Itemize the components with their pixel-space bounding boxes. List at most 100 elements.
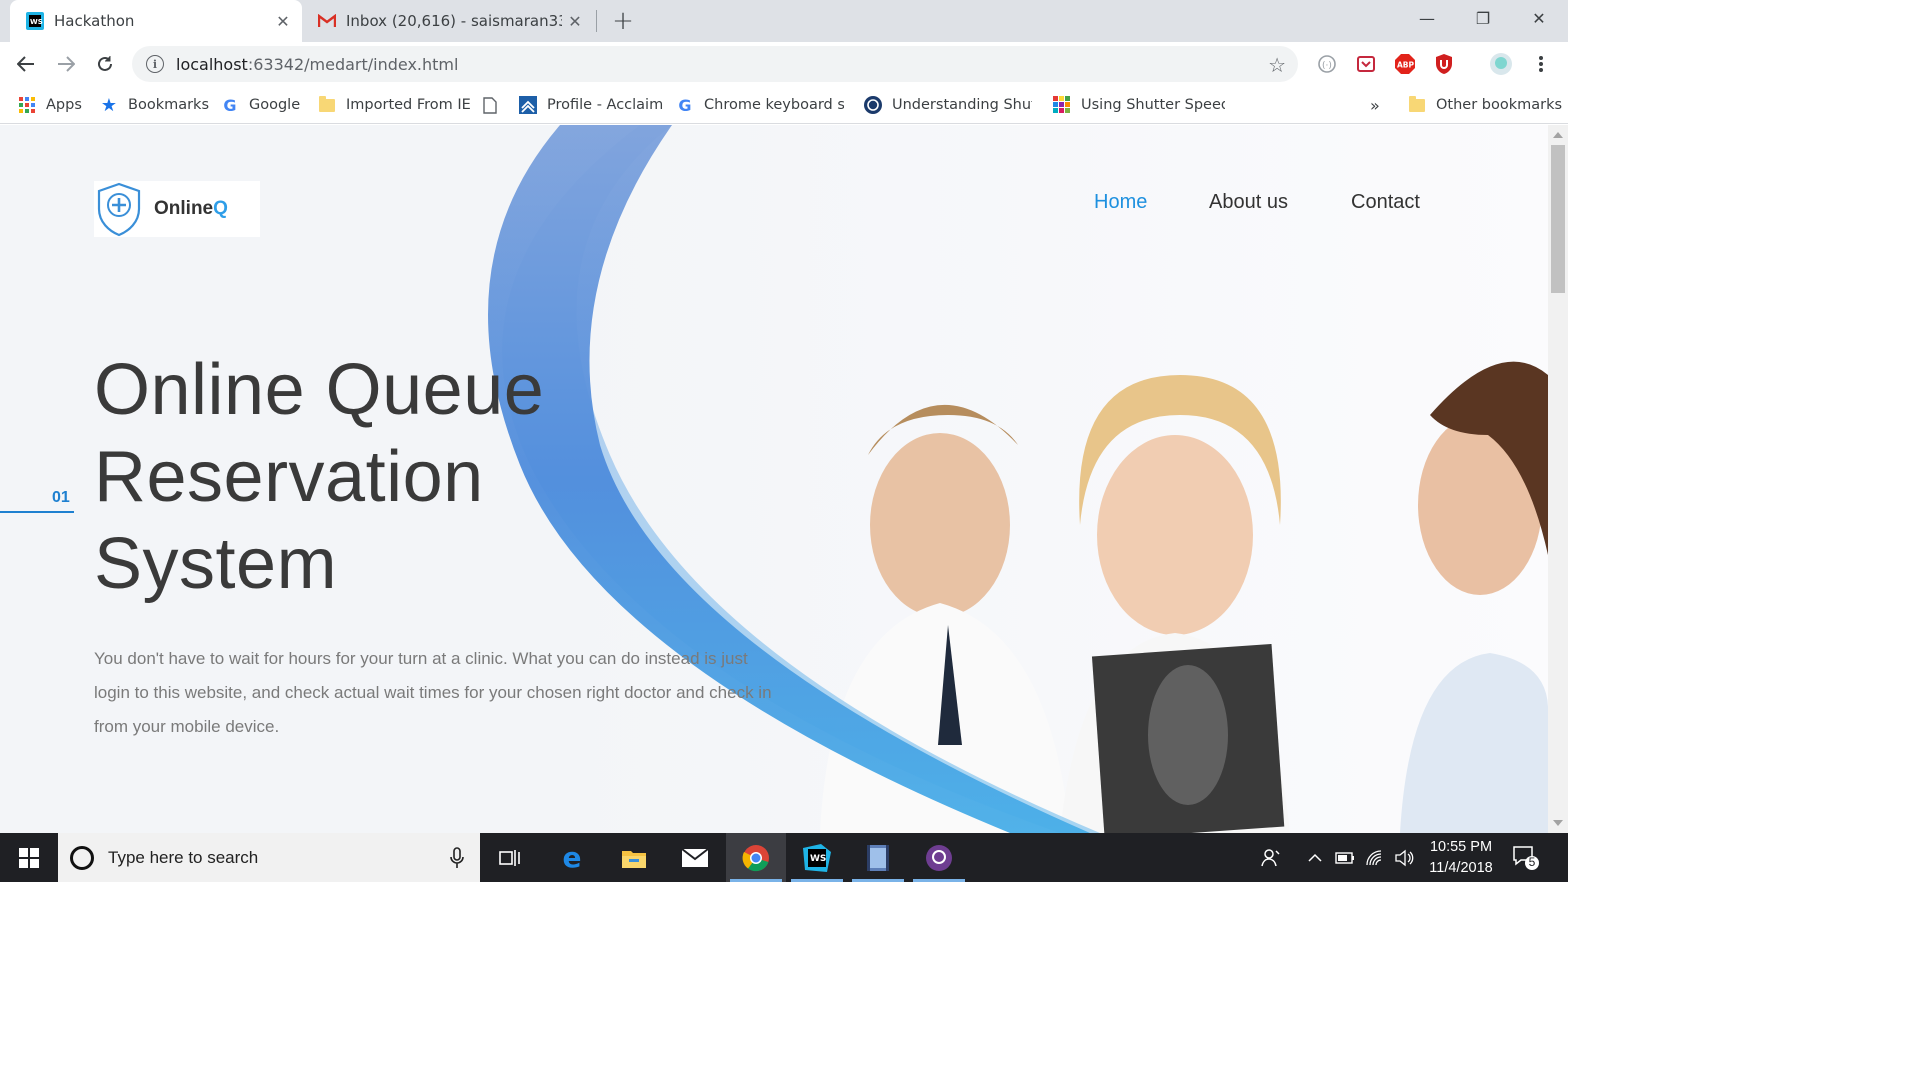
windows-taskbar: Type here to search e WS 10:55 PM 11/4/2…: [0, 833, 1568, 882]
bookmark-label: Bookmarks: [128, 97, 210, 113]
back-button[interactable]: [10, 48, 42, 80]
webstorm-icon: WS: [803, 843, 831, 872]
edge-icon: e: [562, 841, 582, 874]
site-info-icon[interactable]: i: [146, 55, 164, 73]
hero-title: Online Queue Reservation System: [94, 347, 654, 608]
chrome-taskbar-button[interactable]: [726, 833, 786, 882]
nav-contact[interactable]: Contact: [1351, 191, 1420, 214]
pocket-extension-icon[interactable]: [1354, 52, 1378, 76]
video-app-taskbar-button[interactable]: [848, 833, 908, 882]
wifi-status[interactable]: [1362, 833, 1388, 882]
wifi-icon: [1366, 849, 1382, 865]
tab-strip: WS Hackathon ✕ Inbox (20,616) - saismara…: [0, 0, 1568, 42]
bookmark-profile-acclaim[interactable]: Profile - Acclaim: [519, 92, 663, 118]
battery-status[interactable]: [1332, 833, 1358, 882]
hero-title-line: Reservation: [94, 437, 484, 517]
bookmark-understanding-shutter[interactable]: Understanding Shutt: [864, 92, 1032, 118]
browser-toolbar: i localhost:63342/medart/index.html ☆ (·…: [0, 42, 1568, 86]
bookmark-page[interactable]: [481, 92, 509, 118]
tab-title: Hackathon: [54, 12, 135, 30]
scroll-up-icon[interactable]: [1553, 132, 1563, 138]
google-icon: G: [678, 95, 692, 115]
new-tab-button[interactable]: +: [608, 6, 638, 36]
action-center-button[interactable]: 5: [1512, 845, 1540, 871]
volume-control[interactable]: [1392, 833, 1418, 882]
site-logo[interactable]: OnlineQ: [94, 181, 260, 237]
restore-button[interactable]: ❐: [1456, 0, 1510, 36]
folder-icon: [318, 95, 336, 114]
bookmark-label: Using Shutter Speed: [1081, 97, 1225, 113]
minimize-button[interactable]: —: [1400, 0, 1454, 36]
other-bookmarks[interactable]: Other bookmarks: [1408, 92, 1562, 118]
ublock-icon[interactable]: [1432, 52, 1456, 76]
colorgrid-icon: [1053, 96, 1071, 114]
nav-home[interactable]: Home: [1094, 191, 1147, 214]
main-nav-about: About us: [1209, 191, 1288, 214]
task-view-icon: [499, 849, 520, 866]
address-bar[interactable]: i localhost:63342/medart/index.html ☆: [132, 46, 1298, 82]
notification-count: 5: [1528, 855, 1536, 869]
film-icon: [867, 844, 889, 871]
webstorm-icon: WS: [26, 12, 44, 30]
close-window-button[interactable]: ✕: [1512, 0, 1566, 36]
battery-icon: [1335, 851, 1354, 864]
system-clock[interactable]: 10:55 PM 11/4/2018: [1418, 837, 1504, 879]
chevron-up-icon: [1308, 853, 1322, 862]
globe-icon: [864, 96, 882, 114]
bookmark-label: Profile - Acclaim: [547, 97, 664, 113]
slide-number[interactable]: 01: [52, 489, 70, 507]
logo-text-accent: Q: [213, 198, 228, 219]
tab-hackathon[interactable]: WS Hackathon ✕: [10, 0, 302, 42]
hero-description: You don't have to wait for hours for you…: [94, 649, 772, 736]
bookmark-chrome-keyboard[interactable]: G Chrome keyboard sh: [676, 92, 844, 118]
reload-icon: [98, 56, 112, 71]
tab-gmail[interactable]: Inbox (20,616) - saismaran33@gmail.com ✕: [304, 0, 594, 42]
scrollbar-thumb[interactable]: [1551, 145, 1565, 293]
url-path: :63342/medart/index.html: [247, 54, 459, 74]
reload-button[interactable]: [89, 48, 121, 80]
start-button[interactable]: [0, 833, 58, 882]
bookmarks-overflow-button[interactable]: »: [1370, 92, 1380, 118]
adblock-plus-icon[interactable]: ABP: [1393, 52, 1417, 76]
webstorm-taskbar-button[interactable]: WS: [787, 833, 847, 882]
task-view-button[interactable]: [480, 833, 540, 882]
mail-icon: [681, 847, 709, 867]
people-icon: [1261, 848, 1280, 866]
bookmark-bookmarks[interactable]: ★ Bookmarks: [100, 92, 209, 118]
profile-avatar-icon[interactable]: [1489, 52, 1513, 76]
scroll-down-icon[interactable]: [1553, 820, 1563, 826]
microphone-icon[interactable]: [450, 847, 464, 873]
bookmark-label: Chrome keyboard sh: [704, 97, 844, 113]
close-tab-icon[interactable]: ✕: [562, 8, 588, 34]
windows-logo-icon: [19, 847, 39, 868]
edge-taskbar-button[interactable]: e: [542, 833, 602, 882]
chrome-menu-icon[interactable]: [1529, 52, 1553, 76]
bookmark-label: Google: [249, 97, 301, 113]
svg-text:WS: WS: [810, 854, 826, 864]
bookmark-using-shutter-speed[interactable]: Using Shutter Speed: [1053, 92, 1225, 118]
bookmark-star-icon[interactable]: ☆: [1268, 53, 1286, 77]
nav-about-us[interactable]: About us: [1209, 191, 1288, 214]
bookmark-apps[interactable]: Apps: [18, 92, 82, 118]
cortana-icon: [70, 845, 94, 870]
gmail-icon: [318, 12, 336, 30]
slide-indicator-line: [0, 511, 74, 513]
page-scrollbar[interactable]: [1548, 125, 1568, 833]
extension-icon[interactable]: (·): [1315, 52, 1339, 76]
forward-button[interactable]: [50, 48, 82, 80]
people-button[interactable]: [1256, 833, 1286, 882]
svg-text:(·): (·): [1322, 61, 1332, 71]
shield-cross-icon: [97, 182, 141, 237]
tab-title: Inbox (20,616) - saismaran33@gmail.com: [346, 12, 562, 30]
show-hidden-icons-button[interactable]: [1302, 833, 1328, 882]
close-tab-icon[interactable]: ✕: [270, 8, 296, 34]
bookmark-google[interactable]: G Google: [221, 92, 300, 118]
hero-title-line: Online Queue: [94, 350, 545, 430]
svg-text:WS: WS: [30, 18, 43, 26]
tab-divider: [596, 10, 597, 32]
mail-button[interactable]: [665, 833, 725, 882]
bookmark-imported-from-ie[interactable]: Imported From IE: [318, 92, 471, 118]
taskbar-search[interactable]: Type here to search: [58, 833, 480, 882]
github-taskbar-button[interactable]: [909, 833, 969, 882]
file-explorer-button[interactable]: [604, 833, 664, 882]
